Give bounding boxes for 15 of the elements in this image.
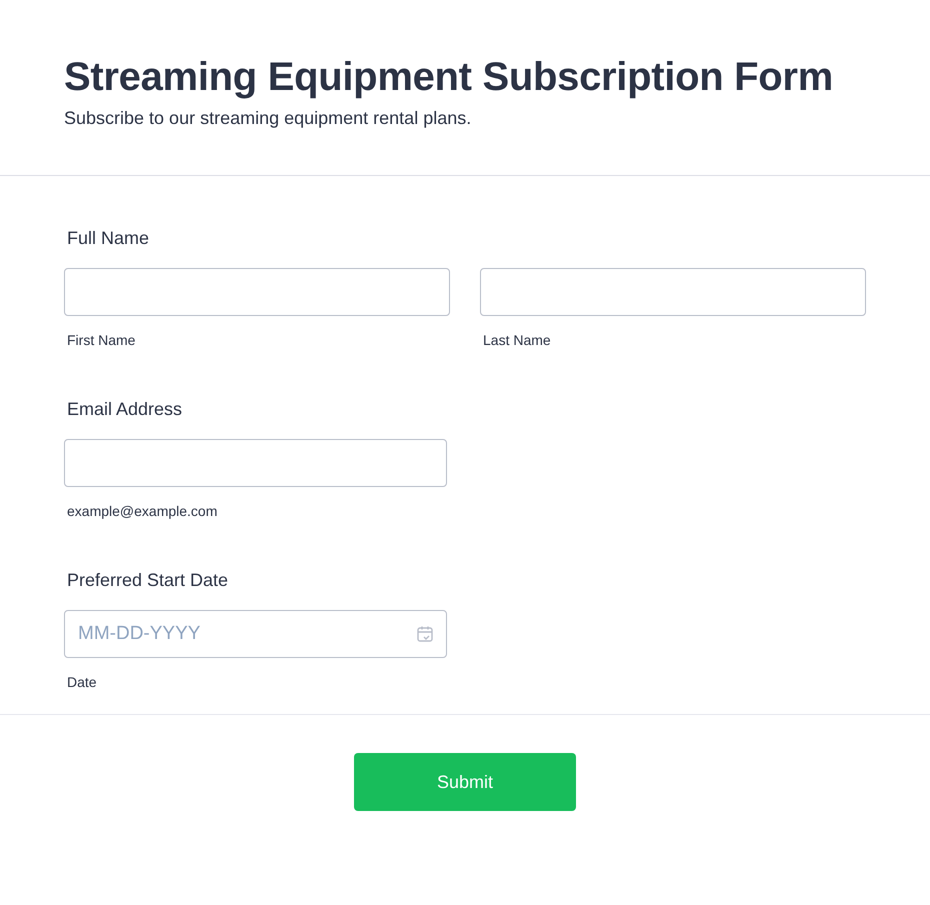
- form-title: Streaming Equipment Subscription Form: [64, 54, 834, 101]
- field-label: Preferred Start Date: [67, 569, 228, 592]
- form-subtitle: Subscribe to our streaming equipment rental plans.: [64, 107, 472, 130]
- field-sublabel: Last Name: [483, 331, 551, 349]
- date-field[interactable]: MM-DD-YYYY: [64, 610, 447, 658]
- input-field[interactable]: [64, 268, 450, 316]
- field-sublabel: First Name: [67, 331, 136, 349]
- field-sublabel: Date: [67, 673, 97, 691]
- field-sublabel: example@example.com: [67, 502, 218, 520]
- field-label: Email Address: [67, 398, 182, 421]
- submit-button[interactable]: Submit: [354, 753, 576, 811]
- field-label: Full Name: [67, 227, 150, 250]
- input-field[interactable]: [480, 268, 866, 316]
- calendar-icon: [416, 625, 434, 643]
- input-field[interactable]: [64, 439, 447, 487]
